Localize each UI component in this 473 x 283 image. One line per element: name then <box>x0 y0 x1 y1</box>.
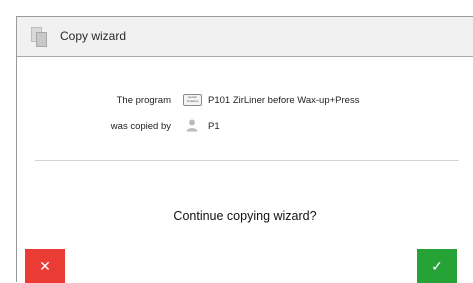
dialog-title: Copy wizard <box>60 29 127 43</box>
copy-document-icon <box>31 27 47 47</box>
ivoclar-badge-icon: Ivoclar Vivadent <box>183 94 202 106</box>
cancel-button[interactable]: ✕ <box>25 249 65 283</box>
copied-by-value: P1 <box>208 121 220 132</box>
copied-by-label: was copied by <box>110 121 171 132</box>
divider <box>35 160 459 161</box>
copy-wizard-dialog: Copy wizard The program Ivoclar Vivadent… <box>16 16 473 282</box>
checkmark-icon: ✓ <box>431 258 443 274</box>
confirm-button[interactable]: ✓ <box>417 249 457 283</box>
close-icon: ✕ <box>39 258 51 274</box>
person-icon <box>186 119 198 132</box>
program-value: P101 ZirLiner before Wax-up+Press <box>208 95 360 106</box>
continue-question: Continue copying wizard? <box>173 209 317 223</box>
program-label: The program <box>116 95 171 106</box>
dialog-titlebar: Copy wizard <box>17 17 473 57</box>
